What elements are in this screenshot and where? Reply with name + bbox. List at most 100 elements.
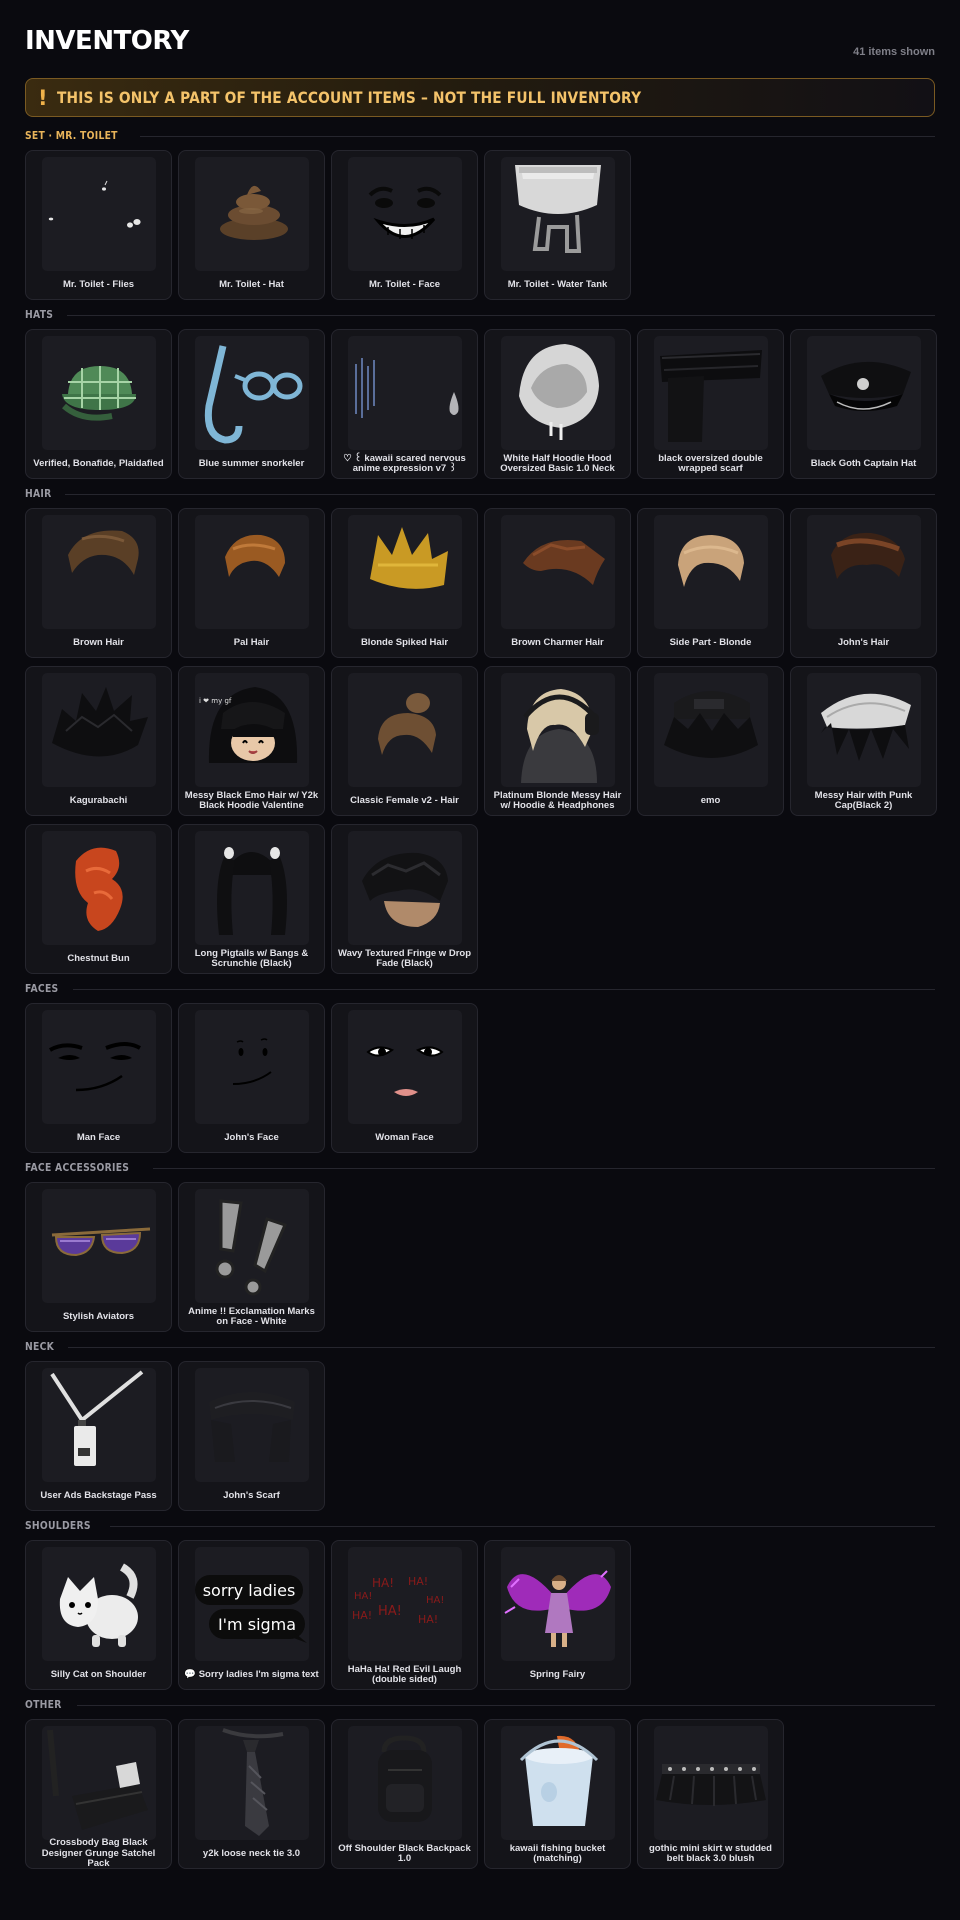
hair-icon xyxy=(654,673,768,787)
item-card[interactable]: Stylish Aviators xyxy=(25,1182,172,1332)
item-card[interactable]: Silly Cat on Shoulder xyxy=(25,1540,172,1690)
item-card[interactable]: i ❤ my gf Messy Black Emo Hair w/ Y2k Bla… xyxy=(178,666,325,816)
item-card[interactable]: HA! HA! HA! HA! HA! HA! HA! HaHa Ha! Red Evil L… xyxy=(331,1540,478,1690)
tie-icon xyxy=(195,1726,309,1840)
item-name: John's Face xyxy=(224,1131,279,1143)
hair-icon xyxy=(42,831,156,945)
hair-icon xyxy=(501,515,615,629)
item-name: John's Hair xyxy=(837,636,890,648)
hair-icon xyxy=(348,831,462,945)
item-card[interactable]: y2k loose neck tie 3.0 xyxy=(178,1719,325,1869)
item-card[interactable]: Woman Face xyxy=(331,1003,478,1153)
item-card[interactable]: John's Hair xyxy=(790,508,937,658)
header: INVENTORY 41 items shown xyxy=(25,26,935,62)
item-card[interactable]: Classic Female v2 - Hair xyxy=(331,666,478,816)
item-card[interactable]: Black Goth Captain Hat xyxy=(790,329,937,479)
item-card[interactable]: Anime !! Exclamation Marks on Face - Whi… xyxy=(178,1182,325,1332)
item-card[interactable]: Chestnut Bun xyxy=(25,824,172,974)
item-card[interactable]: emo xyxy=(637,666,784,816)
item-name: Crossbody Bag Black Designer Grunge Satc… xyxy=(41,1837,156,1870)
item-card[interactable]: kawaii fishing bucket (matching) xyxy=(484,1719,631,1869)
item-name: Messy Hair with Punk Cap(Black 2) xyxy=(814,789,913,811)
divider xyxy=(109,1525,935,1527)
section-label: SET · MR. TOILET xyxy=(25,130,118,142)
section-header-hair: HAIR xyxy=(25,487,935,501)
item-name: Long Pigtails w/ Bangs & Scrunchie (Blac… xyxy=(194,947,309,969)
item-card[interactable]: Platinum Blonde Messy Hair w/ Hoodie & H… xyxy=(484,666,631,816)
exclamation-icon xyxy=(195,1189,309,1303)
item-card[interactable]: John's Face xyxy=(178,1003,325,1153)
item-card[interactable]: Side Part - Blonde xyxy=(637,508,784,658)
punk-cap-icon xyxy=(807,673,921,787)
bag-icon xyxy=(42,1726,156,1840)
divider xyxy=(140,135,935,137)
man-face-icon xyxy=(42,1010,156,1124)
section-label: SHOULDERS xyxy=(25,1520,91,1532)
item-card[interactable]: Kagurabachi xyxy=(25,666,172,816)
section-label: FACES xyxy=(25,983,59,995)
item-card[interactable]: Mr. Toilet - Hat xyxy=(178,150,325,300)
item-name: Woman Face xyxy=(375,1131,434,1143)
item-card[interactable]: Man Face xyxy=(25,1003,172,1153)
item-name: Mr. Toilet - Hat xyxy=(219,278,284,290)
item-card[interactable]: User Ads Backstage Pass xyxy=(25,1361,172,1511)
hair-icon xyxy=(654,515,768,629)
item-name: White Half Hoodie Hood Oversized Basic 1… xyxy=(500,452,615,474)
laugh-text: HA! xyxy=(352,1609,372,1622)
section-header-set: SET · MR. TOILET xyxy=(25,129,935,143)
item-name: Messy Black Emo Hair w/ Y2k Black Hoodie… xyxy=(184,789,319,811)
cat-icon xyxy=(42,1547,156,1661)
item-card[interactable]: Mr. Toilet - Flies xyxy=(25,150,172,300)
hair-icon xyxy=(42,515,156,629)
water-tank-icon xyxy=(501,157,615,271)
divider xyxy=(65,493,935,495)
item-card[interactable]: Pal Hair xyxy=(178,508,325,658)
emo-hoodie-icon: i ❤ my gf xyxy=(195,673,309,787)
item-card[interactable]: Brown Hair xyxy=(25,508,172,658)
divider xyxy=(73,988,935,990)
item-card[interactable]: Blue summer snorkeler xyxy=(178,329,325,479)
item-card[interactable]: Off Shoulder Black Backpack 1.0 xyxy=(331,1719,478,1869)
john-face-icon xyxy=(195,1010,309,1124)
black-scarf-icon xyxy=(654,336,768,450)
item-card[interactable]: sorry ladies I'm sigma 💬 Sorry ladies I'm … xyxy=(178,1540,325,1690)
item-card[interactable]: Mr. Toilet - Water Tank xyxy=(484,150,631,300)
item-card[interactable]: gothic mini skirt w studded belt black 3… xyxy=(637,1719,784,1869)
section-header-shoulders: SHOULDERS xyxy=(25,1519,935,1533)
item-card[interactable]: ♡ ꒰ kawaii scared nervous anime expressi… xyxy=(331,329,478,479)
item-card[interactable]: Crossbody Bag Black Designer Grunge Satc… xyxy=(25,1719,172,1869)
white-hood-icon xyxy=(501,336,615,450)
item-name: black oversized double wrapped scarf xyxy=(658,452,763,474)
laugh-text: HA! xyxy=(418,1613,438,1626)
item-name: y2k loose neck tie 3.0 xyxy=(202,1847,301,1859)
item-card[interactable]: Long Pigtails w/ Bangs & Scrunchie (Blac… xyxy=(178,824,325,974)
item-name: Chestnut Bun xyxy=(67,952,130,964)
item-card[interactable]: black oversized double wrapped scarf xyxy=(637,329,784,479)
item-name: Off Shoulder Black Backpack 1.0 xyxy=(338,1842,471,1864)
section-label: NECK xyxy=(25,1341,55,1353)
warning-icon: ! xyxy=(38,85,48,110)
hair-headphones-icon xyxy=(501,673,615,787)
item-card[interactable]: John's Scarf xyxy=(178,1361,325,1511)
item-name: Brown Charmer Hair xyxy=(511,636,604,648)
item-card[interactable]: White Half Hoodie Hood Oversized Basic 1… xyxy=(484,329,631,479)
section-label: FACE ACCESSORIES xyxy=(25,1162,130,1174)
divider xyxy=(153,1167,935,1169)
laugh-text-icon: HA! HA! HA! HA! HA! HA! HA! xyxy=(348,1547,462,1661)
item-card[interactable]: Blonde Spiked Hair xyxy=(331,508,478,658)
item-card[interactable]: Mr. Toilet - Face xyxy=(331,150,478,300)
item-card[interactable]: Wavy Textured Fringe w Drop Fade (Black) xyxy=(331,824,478,974)
item-card[interactable]: Spring Fairy xyxy=(484,1540,631,1690)
divider xyxy=(68,1346,935,1348)
item-name: Verified, Bonafide, Plaidafied xyxy=(33,457,164,469)
hair-bun-icon xyxy=(348,673,462,787)
page-title: INVENTORY xyxy=(25,26,189,56)
laugh-text: HA! xyxy=(426,1595,444,1606)
item-name: Side Part - Blonde xyxy=(669,636,752,648)
bubble-text-2: I'm sigma xyxy=(218,1615,296,1634)
item-card[interactable]: Brown Charmer Hair xyxy=(484,508,631,658)
item-card[interactable]: Messy Hair with Punk Cap(Black 2) xyxy=(790,666,937,816)
item-name: Kagurabachi xyxy=(69,794,128,806)
item-card[interactable]: Verified, Bonafide, Plaidafied xyxy=(25,329,172,479)
item-name: HaHa Ha! Red Evil Laugh (double sided) xyxy=(347,1663,462,1685)
